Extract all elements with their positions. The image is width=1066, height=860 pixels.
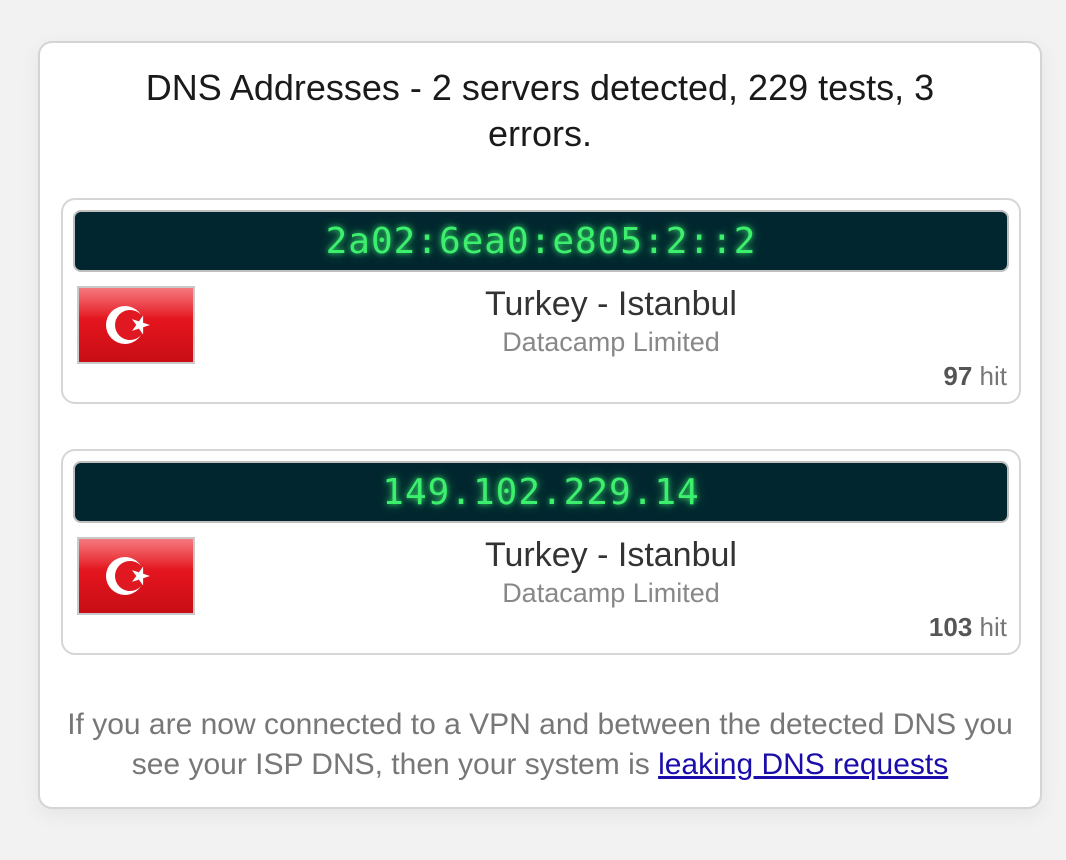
dns-server-card: 2a02:6ea0:e805:2::2 Turkey - Istanbul Da… <box>61 198 1021 404</box>
hit-count-value: 103 <box>928 612 973 642</box>
dns-summary-title: DNS Addresses - 2 servers detected, 229 … <box>145 67 935 154</box>
dns-server-card: 149.102.229.14 Turkey - Istanbul Datacam… <box>61 449 1021 655</box>
server-location: Turkey - Istanbul <box>485 536 737 574</box>
server-hit-count: 103 hit <box>929 611 1007 643</box>
turkey-flag-icon <box>77 537 195 615</box>
server-ip-address: 2a02:6ea0:e805:2::2 <box>73 210 1009 272</box>
hit-count-label: hit <box>979 361 1007 391</box>
server-isp: Datacamp Limited <box>502 327 720 357</box>
server-hit-count: 97 hit <box>943 360 1007 392</box>
server-isp: Datacamp Limited <box>502 578 720 608</box>
dns-leak-note: If you are now connected to a VPN and be… <box>50 705 1030 785</box>
server-ip-address: 149.102.229.14 <box>73 461 1009 523</box>
dns-results-card: DNS Addresses - 2 servers detected, 229 … <box>38 41 1042 809</box>
hit-count-value: 97 <box>943 361 973 391</box>
server-location: Turkey - Istanbul <box>485 285 737 323</box>
dns-leak-info-link[interactable]: leaking DNS requests <box>658 748 948 781</box>
hit-count-label: hit <box>979 612 1007 642</box>
turkey-flag-icon <box>77 286 195 364</box>
